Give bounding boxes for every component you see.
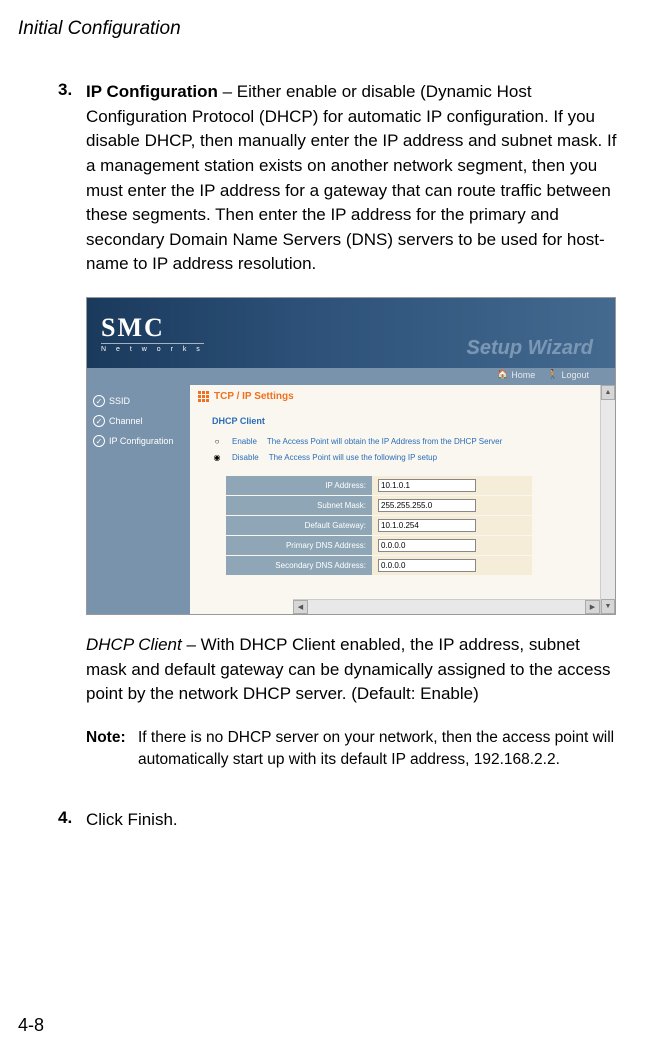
top-links: 🏠 Home 🚶 Logout — [497, 369, 589, 380]
ip-input[interactable] — [378, 479, 476, 492]
sidebar-ipconfig-label: IP Configuration — [109, 436, 173, 446]
row-gateway: Default Gateway: — [226, 516, 532, 536]
list-item-3: 3. IP Configuration – Either enable or d… — [58, 80, 623, 277]
vertical-scrollbar[interactable]: ▲ ▼ — [600, 385, 615, 614]
dns2-label: Secondary DNS Address: — [226, 556, 372, 576]
settings-panel: TCP / IP Settings DHCP Client ○ Enable T… — [190, 385, 615, 614]
check-icon: ✓ — [93, 395, 105, 407]
sidebar-channel-label: Channel — [109, 416, 143, 426]
smc-logo: SMC N e t w o r k s — [87, 313, 204, 353]
subnet-label: Subnet Mask: — [226, 496, 372, 516]
logo-main: SMC — [101, 313, 204, 343]
note-text: If there is no DHCP server on your netwo… — [138, 727, 623, 770]
top-strip: 🏠 Home 🚶 Logout — [87, 368, 615, 385]
sidebar-ssid-label: SSID — [109, 396, 130, 406]
gateway-input[interactable] — [378, 519, 476, 532]
sidebar: ✓ SSID ✓ Channel ✓ IP Configuration — [87, 385, 190, 614]
home-link[interactable]: 🏠 Home — [497, 369, 535, 380]
banner: SMC N e t w o r k s Setup Wizard — [87, 298, 615, 368]
dhcp-lead: DHCP Client – — [86, 635, 196, 654]
dhcp-client-heading: DHCP Client — [212, 416, 615, 426]
row-ip: IP Address: — [226, 476, 532, 496]
horizontal-scrollbar[interactable]: ◀ ▶ — [293, 599, 600, 614]
item3-text: – Either enable or disable (Dynamic Host… — [86, 82, 616, 273]
subnet-input[interactable] — [378, 499, 476, 512]
home-label: Home — [511, 370, 535, 380]
radio-enable-label: Enable — [232, 437, 257, 446]
logout-link[interactable]: 🚶 Logout — [547, 369, 589, 380]
sidebar-item-ipconfig[interactable]: ✓ IP Configuration — [87, 431, 190, 451]
item3-title: IP Configuration — [86, 82, 218, 101]
sidebar-item-channel[interactable]: ✓ Channel — [87, 411, 190, 431]
row-dns2: Secondary DNS Address: — [226, 556, 532, 576]
scroll-down-icon[interactable]: ▼ — [601, 599, 615, 614]
check-icon: ✓ — [93, 435, 105, 447]
wizard-title: Setup Wizard — [467, 337, 594, 360]
page-number: 4-8 — [18, 1015, 44, 1036]
radio-disable-row: ◉ Disable The Access Point will use the … — [212, 452, 615, 462]
scroll-left-icon[interactable]: ◀ — [293, 600, 308, 614]
list-body-3: IP Configuration – Either enable or disa… — [86, 80, 623, 277]
radio-enable-desc: The Access Point will obtain the IP Addr… — [267, 437, 502, 446]
radio-disable-label: Disable — [232, 453, 259, 462]
ip-settings-table: IP Address: Subnet Mask: Default Gateway… — [226, 476, 532, 576]
ip-label: IP Address: — [226, 476, 372, 496]
section-title-text: TCP / IP Settings — [214, 391, 294, 402]
scroll-up-icon[interactable]: ▲ — [601, 385, 615, 400]
section-title: TCP / IP Settings — [198, 391, 615, 402]
list-number-4: 4. — [58, 808, 86, 833]
radio-enable[interactable]: ○ — [212, 436, 222, 446]
radio-enable-row: ○ Enable The Access Point will obtain th… — [212, 436, 615, 446]
dns2-input[interactable] — [378, 559, 476, 572]
setup-wizard-screenshot: SMC N e t w o r k s Setup Wizard 🏠 Home … — [86, 297, 616, 615]
main-area: ✓ SSID ✓ Channel ✓ IP Configuration TCP / I… — [87, 385, 615, 614]
note-block: Note: If there is no DHCP server on your… — [86, 727, 623, 770]
radio-disable-desc: The Access Point will use the following … — [269, 453, 437, 462]
note-label: Note: — [86, 727, 138, 770]
list-item-4: 4. Click Finish. — [58, 808, 623, 833]
scroll-right-icon[interactable]: ▶ — [585, 600, 600, 614]
radio-disable[interactable]: ◉ — [212, 452, 222, 462]
dns1-input[interactable] — [378, 539, 476, 552]
content-area: 3. IP Configuration – Either enable or d… — [58, 80, 623, 833]
check-icon: ✓ — [93, 415, 105, 427]
dns1-label: Primary DNS Address: — [226, 536, 372, 556]
list-number-3: 3. — [58, 80, 86, 277]
gateway-label: Default Gateway: — [226, 516, 372, 536]
page-header: Initial Configuration — [18, 18, 623, 40]
dots-icon — [198, 391, 209, 402]
logo-sub: N e t w o r k s — [101, 343, 204, 353]
logout-label: Logout — [561, 370, 589, 380]
list-body-4: Click Finish. — [86, 808, 178, 833]
sidebar-item-ssid[interactable]: ✓ SSID — [87, 391, 190, 411]
row-subnet: Subnet Mask: — [226, 496, 532, 516]
dhcp-client-paragraph: DHCP Client – With DHCP Client enabled, … — [86, 633, 623, 707]
row-dns1: Primary DNS Address: — [226, 536, 532, 556]
